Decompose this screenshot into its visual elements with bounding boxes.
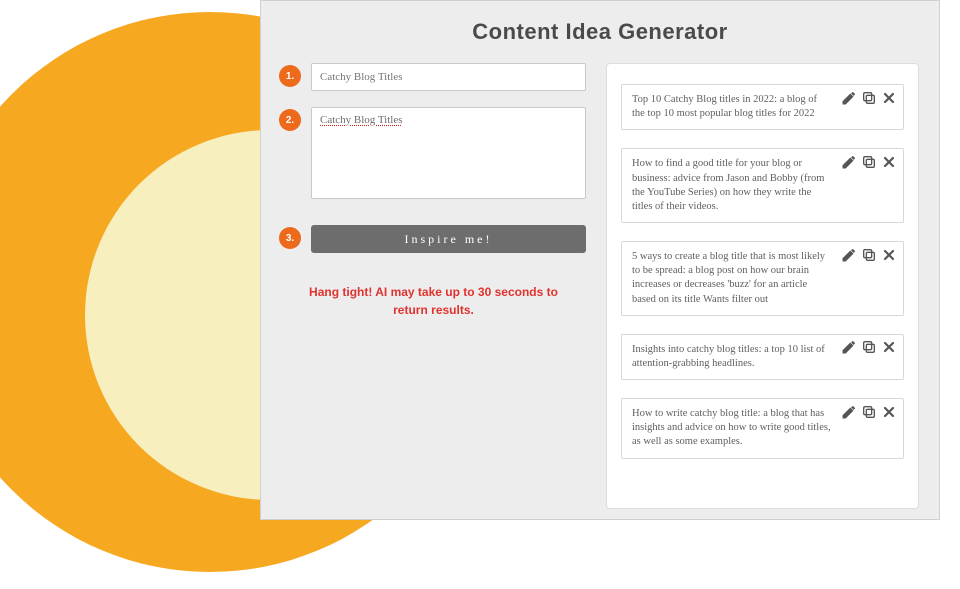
copy-icon[interactable] [860, 246, 877, 263]
edit-icon[interactable] [840, 339, 857, 356]
edit-icon[interactable] [840, 89, 857, 106]
result-text: Top 10 Catchy Blog titles in 2022: a blo… [632, 93, 831, 121]
result-actions [840, 89, 897, 106]
edit-icon[interactable] [840, 246, 857, 263]
copy-icon[interactable] [860, 339, 877, 356]
result-card: 5 ways to create a blog title that is mo… [621, 241, 904, 316]
result-actions [840, 403, 897, 420]
page-title: Content Idea Generator [281, 19, 919, 45]
result-card: How to find a good title for your blog o… [621, 148, 904, 223]
copy-icon[interactable] [860, 153, 877, 170]
columns: 1. 2. Catchy Blog Titles 3. Inspire me! … [281, 63, 919, 509]
step-badge-3: 3. [279, 227, 301, 249]
left-column: 1. 2. Catchy Blog Titles 3. Inspire me! … [281, 63, 586, 509]
result-actions [840, 339, 897, 356]
close-icon[interactable] [880, 246, 897, 263]
details-textarea[interactable]: Catchy Blog Titles [311, 107, 586, 199]
result-actions [840, 153, 897, 170]
inspire-button[interactable]: Inspire me! [311, 225, 586, 253]
edit-icon[interactable] [840, 403, 857, 420]
result-card: How to write catchy blog title: a blog t… [621, 398, 904, 459]
app-card: Content Idea Generator 1. 2. Catchy Blog… [260, 0, 940, 520]
result-text: 5 ways to create a blog title that is mo… [632, 250, 831, 307]
result-text: Insights into catchy blog titles: a top … [632, 343, 831, 371]
copy-icon[interactable] [860, 89, 877, 106]
edit-icon[interactable] [840, 153, 857, 170]
close-icon[interactable] [880, 403, 897, 420]
close-icon[interactable] [880, 153, 897, 170]
result-text: How to write catchy blog title: a blog t… [632, 407, 831, 450]
topic-input[interactable] [311, 63, 586, 91]
result-card: Top 10 Catchy Blog titles in 2022: a blo… [621, 84, 904, 130]
close-icon[interactable] [880, 339, 897, 356]
step-badge-2: 2. [279, 109, 301, 131]
result-text: How to find a good title for your blog o… [632, 157, 831, 214]
wait-message: Hang tight! AI may take up to 30 seconds… [281, 283, 586, 319]
result-actions [840, 246, 897, 263]
results-panel: Top 10 Catchy Blog titles in 2022: a blo… [606, 63, 919, 509]
result-card: Insights into catchy blog titles: a top … [621, 334, 904, 380]
step-1: 1. [281, 63, 586, 91]
close-icon[interactable] [880, 89, 897, 106]
step-3: 3. Inspire me! [281, 225, 586, 253]
step-badge-1: 1. [279, 65, 301, 87]
copy-icon[interactable] [860, 403, 877, 420]
step-2: 2. Catchy Blog Titles [281, 107, 586, 199]
